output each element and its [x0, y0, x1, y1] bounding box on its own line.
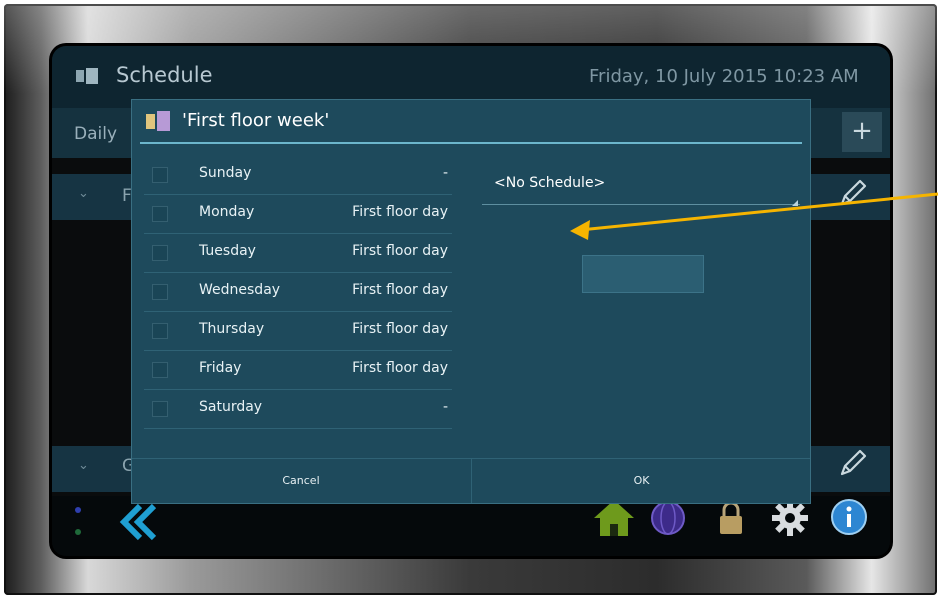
- info-icon[interactable]: [830, 498, 868, 536]
- day-schedule: -: [442, 165, 448, 181]
- day-row-wednesday[interactable]: Wednesday First floor day: [144, 273, 452, 312]
- day-row-saturday[interactable]: Saturday -: [144, 390, 452, 429]
- app-title: Schedule: [116, 63, 213, 87]
- day-schedule: First floor day: [352, 321, 448, 337]
- cancel-button[interactable]: Cancel: [132, 459, 470, 503]
- day-name: Thursday: [199, 321, 265, 337]
- ok-label: OK: [633, 474, 650, 487]
- home-icon[interactable]: [592, 498, 636, 538]
- disabled-button: [582, 255, 704, 293]
- day-checkbox[interactable]: [152, 206, 168, 222]
- week-schedule-dialog: 'First floor week' Sunday - Monday First…: [132, 100, 810, 503]
- datetime-display: Friday, 10 July 2015 10:23 AM: [589, 66, 859, 87]
- day-schedule: First floor day: [352, 360, 448, 376]
- day-name: Saturday: [199, 399, 263, 415]
- add-schedule-button[interactable]: +: [842, 112, 882, 152]
- cancel-label: Cancel: [282, 474, 320, 487]
- ok-button[interactable]: OK: [471, 459, 811, 503]
- day-schedule: First floor day: [352, 282, 448, 298]
- day-row-tuesday[interactable]: Tuesday First floor day: [144, 234, 452, 273]
- day-checkbox[interactable]: [152, 401, 168, 417]
- day-row-thursday[interactable]: Thursday First floor day: [144, 312, 452, 351]
- tab-daily[interactable]: Daily: [74, 124, 117, 144]
- bottom-navigation-bar: [52, 496, 890, 556]
- gear-icon[interactable]: [770, 498, 810, 538]
- row-label: F: [122, 186, 132, 206]
- back-chevron-icon[interactable]: [114, 502, 164, 542]
- day-name: Sunday: [199, 165, 252, 181]
- schedule-app-icon: [76, 68, 98, 84]
- day-checkbox[interactable]: [152, 362, 168, 378]
- chevron-down-icon[interactable]: ⌄: [78, 458, 89, 473]
- title-divider: [140, 142, 802, 144]
- day-schedule: First floor day: [352, 204, 448, 220]
- day-checkbox[interactable]: [152, 323, 168, 339]
- day-name: Wednesday: [199, 282, 281, 298]
- day-schedule: -: [442, 399, 448, 415]
- day-checkbox[interactable]: [152, 245, 168, 261]
- day-name: Friday: [199, 360, 242, 376]
- day-name: Tuesday: [199, 243, 256, 259]
- day-row-sunday[interactable]: Sunday -: [144, 156, 452, 195]
- schedule-app-icon: [146, 111, 170, 131]
- day-schedule: First floor day: [352, 243, 448, 259]
- day-row-friday[interactable]: Friday First floor day: [144, 351, 452, 390]
- chevron-down-icon[interactable]: ⌄: [78, 186, 89, 201]
- annotation-arrow-icon: [570, 192, 939, 240]
- day-row-monday[interactable]: Monday First floor day: [144, 195, 452, 234]
- pencil-icon[interactable]: [836, 446, 870, 480]
- lock-icon[interactable]: [718, 500, 744, 536]
- dialog-title: 'First floor week': [182, 110, 330, 131]
- day-checkbox[interactable]: [152, 284, 168, 300]
- globe-icon[interactable]: [650, 500, 686, 536]
- day-name: Monday: [199, 204, 255, 220]
- status-indicator-icon: [75, 507, 81, 535]
- day-checkbox[interactable]: [152, 167, 168, 183]
